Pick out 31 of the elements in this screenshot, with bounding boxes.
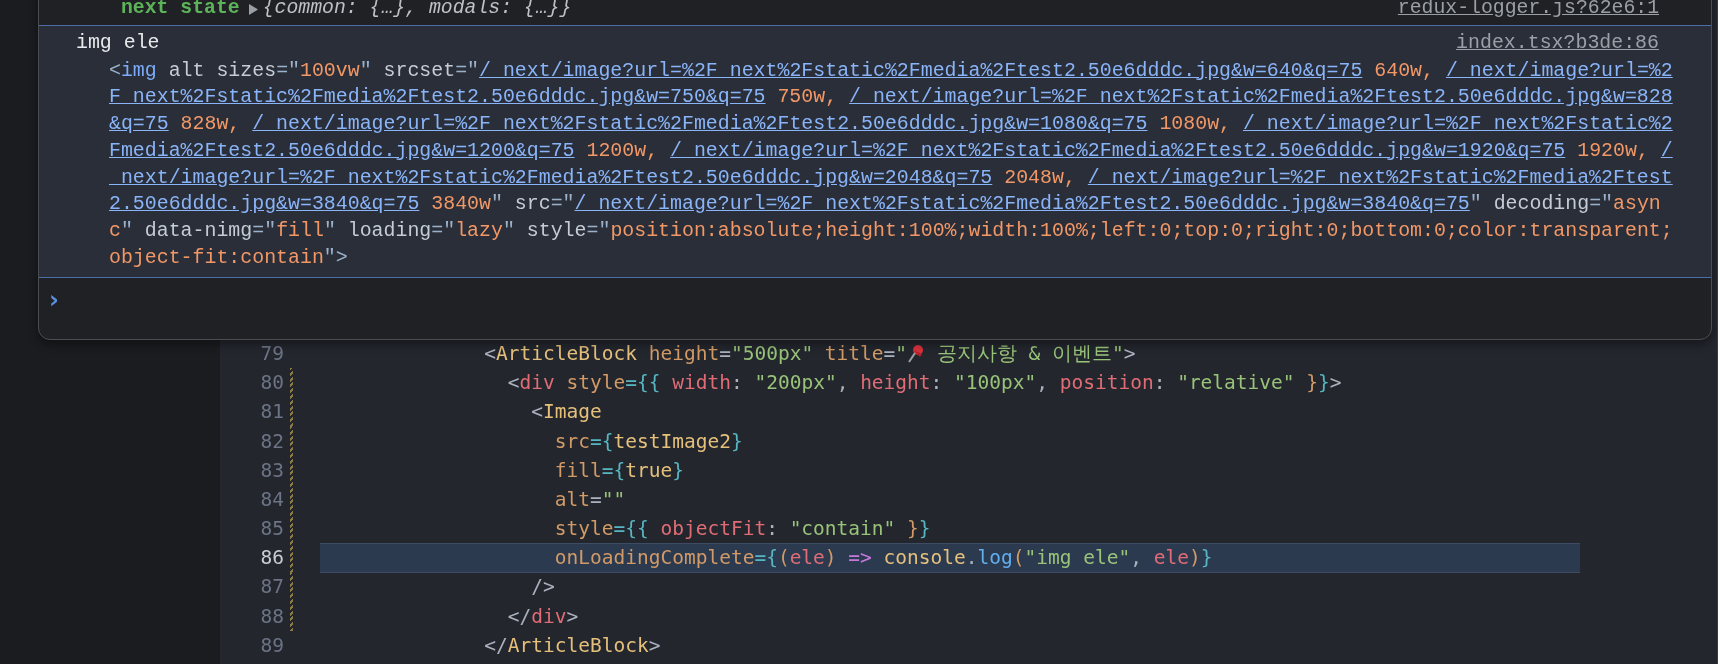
code-text: <ArticleBlock height="500px" title=" bbox=[483, 340, 908, 367]
line-number: 87 bbox=[259, 574, 284, 601]
line-number: 79 bbox=[259, 340, 284, 367]
source-link[interactable]: index.tsx?b3de:86 bbox=[1456, 30, 1659, 57]
source-link[interactable]: redux-logger.js?62e6:1 bbox=[1397, 0, 1659, 24]
line-number: 85 bbox=[259, 516, 284, 543]
line-number: 81 bbox=[259, 399, 284, 426]
expand-triangle-icon[interactable] bbox=[247, 2, 259, 16]
code-line: alt="" bbox=[553, 486, 627, 513]
log-message: img ele bbox=[76, 30, 160, 56]
code-line: src={testImage2} bbox=[553, 428, 744, 455]
element-markup[interactable]: <img alt sizes="100vw" srcset="/_next/image?url=%2F_next%2Fstatic%2Fmedia%2Ftest2.50e6dddc.jpg&w=640&q=75 640w, /_next/image?url=%2F_next%2Fstatic%2Fmedia%2Ftest2.50e6dddc.jpg&w=750&q=75 750w, /_next/image?url=%2F_next%2Fstatic%2Fmedia%2Ftest2.50e6dddc.jpg&w=828&q=75 828w, /_next/image?url=%2F_next%2Fstatic%2Fmedia%2Ftest2.50e6dddc.jpg&w=1080&q=75 1080w, /_next/image?url=%2F_next%2Fstatic%2Fmedia%2Ftest2.50e6dddc.jpg&w=1200&q=75 1200w, /_next/image?url=%2F_next%2Fstatic%2Fmedia%2Ftest2.50e6dddc.jpg&w=1920&q=75 1920w, /_next/image?url=%2F_next%2Fstatic%2Fmedia%2Ftest2.50e6dddc.jpg&w=2048&q=75 2048w, /_next/image?url=%2F_next%2Fstatic%2Fmedia%2Ftest2.50e6dddc.jpg&w=3840&q=75 3840w" src="/_next/image?url=%2F_next%2Fstatic%2Fmedia%2Ftest2.50e6dddc.jpg&w=3840&q=75" decoding="async" data-nimg="fill" loading="lazy" style="position:absolute;height:100%;width:100%;left:0;top:0;right:0;bottom:0;color:transparent;object-fit:contain"> bbox=[109, 57, 1679, 272]
code-line: style={{ objectFit: "contain" }} bbox=[553, 516, 932, 543]
line-number: 82 bbox=[259, 428, 284, 455]
code-line: /> bbox=[530, 574, 556, 601]
code-line: </div> bbox=[506, 603, 580, 630]
line-number: 83 bbox=[259, 457, 284, 484]
code-text: 공지사항 & 이벤트"> bbox=[935, 340, 1136, 367]
pushpin-icon bbox=[907, 343, 926, 364]
console-prompt[interactable]: › bbox=[49, 286, 59, 315]
code-line: </ArticleBlock> bbox=[483, 632, 662, 659]
line-number: 86 bbox=[259, 545, 284, 572]
line-number: 89 bbox=[259, 632, 284, 659]
code-line: <Image bbox=[530, 399, 603, 426]
code-line: fill={true} bbox=[553, 457, 685, 484]
line-number: 80 bbox=[259, 370, 284, 397]
object-preview[interactable]: {common: {…}, modals: {…}} bbox=[262, 0, 572, 24]
log-label: next state bbox=[121, 0, 240, 22]
line-number: 84 bbox=[259, 486, 284, 513]
line-number: 88 bbox=[259, 603, 284, 630]
code-line: <div style={{ width: "200px", height: "100px", position: "relative" }}> bbox=[506, 370, 1343, 397]
